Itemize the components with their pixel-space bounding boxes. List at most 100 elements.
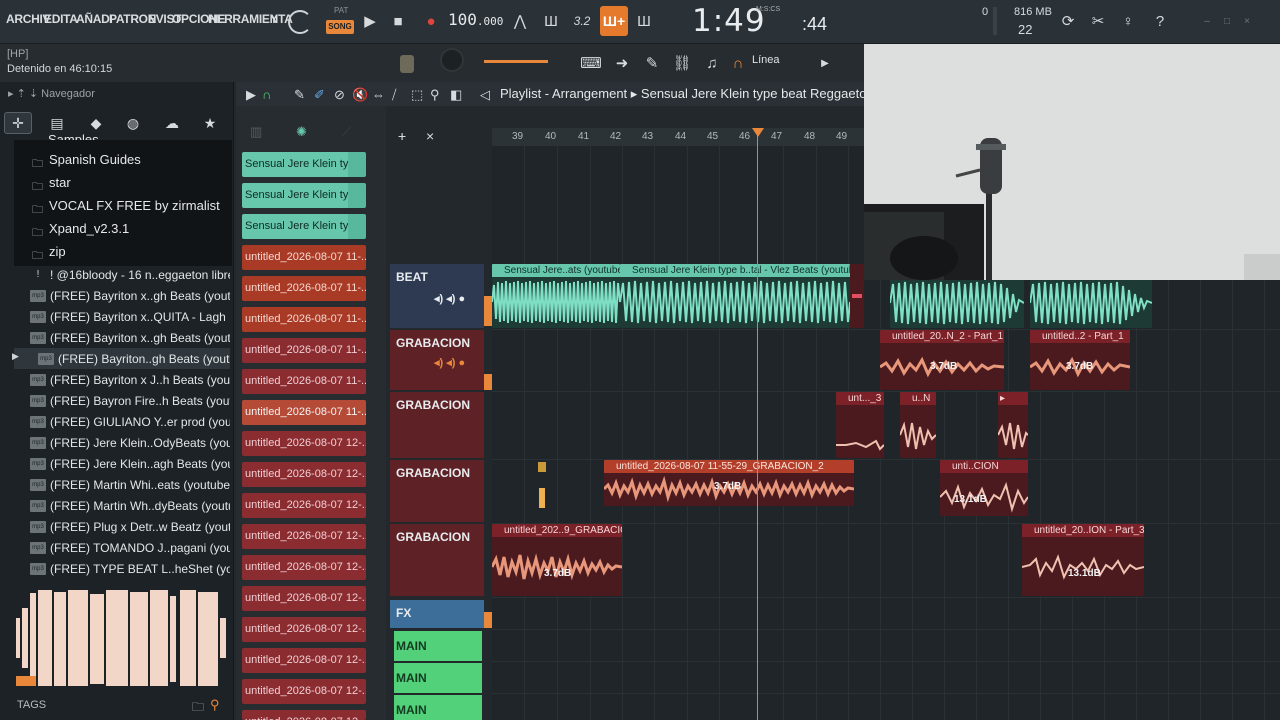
tools-icon[interactable]: ✂: [1088, 8, 1108, 34]
browser-folder[interactable]: zip: [49, 244, 66, 259]
clip-marker[interactable]: [850, 264, 864, 328]
clip-source-item[interactable]: untitled_2026-08-07 12-..: [242, 679, 366, 704]
select-tool-icon[interactable]: ⬚: [411, 87, 423, 103]
recording-clip[interactable]: unt..._3: [836, 392, 884, 458]
audio-clip[interactable]: Sensual Jere..ats (youtube): [492, 264, 620, 328]
browser-tab-all[interactable]: ✛: [4, 112, 32, 134]
bell-icon[interactable]: ♫: [702, 50, 722, 76]
add-track-icon[interactable]: +: [398, 128, 406, 144]
browser-file-row[interactable]: mp3 (FREE) TOMANDO J..pagani (youtube): [30, 537, 230, 558]
refresh-icon[interactable]: ⟳: [1058, 8, 1078, 34]
clip-source-item[interactable]: untitled_2026-08-07 12-..: [242, 524, 366, 549]
browser-file-row[interactable]: mp3 (FREE) GIULIANO Y..er prod (youtube): [30, 411, 230, 432]
master-volume-slider[interactable]: [484, 60, 548, 63]
record-button[interactable]: ●: [420, 8, 442, 34]
audio-clip[interactable]: Sensual Jere Klein type b..tal - Vlez Be…: [620, 264, 850, 328]
snap-magnet-icon[interactable]: ∩: [730, 50, 746, 76]
clip-source-item[interactable]: Sensual Jere Klein ty..: [242, 214, 366, 239]
tags-label[interactable]: TAGS: [17, 699, 46, 711]
browser-tab-files-icon[interactable]: ▤: [43, 112, 71, 134]
step-size-display[interactable]: 3.2: [570, 8, 594, 34]
recording-clip[interactable]: unti..CION 13.1dB: [940, 460, 1028, 516]
track-header-fx[interactable]: FX: [390, 600, 484, 628]
audio-clip-icon[interactable]: ✺: [296, 124, 307, 140]
piano-roll-icon[interactable]: ▥: [250, 124, 262, 140]
delete-tool-icon[interactable]: ⊘: [334, 87, 345, 103]
playback-tool-icon[interactable]: ◧: [450, 87, 462, 103]
browser-file-row[interactable]: mp3 (FREE) Bayriton x..QUITA - Lagh Beats: [30, 306, 230, 327]
playhead-marker-icon[interactable]: [752, 128, 764, 137]
master-volume-knob[interactable]: [288, 10, 312, 34]
play-button[interactable]: ▶: [360, 8, 380, 34]
track-header-main[interactable]: MAIN: [394, 631, 482, 661]
clip-source-item[interactable]: Sensual Jere Klein ty..: [242, 152, 366, 177]
clip-source-item[interactable]: untitled_2026-08-07 12-..: [242, 586, 366, 611]
playhead-line[interactable]: [757, 128, 758, 720]
recording-clip[interactable]: u..N: [900, 392, 936, 458]
browser-tab-favorites-icon[interactable]: ★: [196, 112, 224, 134]
link-icon[interactable]: ⛓: [672, 50, 692, 76]
magnet-icon[interactable]: ∩: [262, 87, 271, 102]
playlist-back-icon[interactable]: ◁: [480, 87, 490, 103]
minimize-icon[interactable]: –: [1200, 8, 1214, 34]
browser-file-row[interactable]: mp3 (FREE) Bayriton x J..h Beats (youtube…: [30, 369, 230, 390]
clip-source-item[interactable]: untitled_2026-08-07 12-..: [242, 431, 366, 456]
automation-icon[interactable]: ⟋: [342, 124, 351, 140]
slice-tool-icon[interactable]: ⧸: [392, 87, 396, 103]
browser-folder[interactable]: Spanish Guides: [49, 152, 141, 167]
browser-file-row[interactable]: ! ! @16bloody - 16 n..eggaeton librería: [30, 264, 230, 285]
help-icon[interactable]: ?: [1150, 8, 1170, 34]
browser-tab-plugins-icon[interactable]: ◆: [82, 112, 110, 134]
wait-for-input-icon[interactable]: Ш: [538, 8, 564, 34]
zoom-tool-icon[interactable]: ⚲: [430, 87, 440, 103]
audio-clip-waveform-partial[interactable]: [890, 278, 1024, 328]
browser-file-row-selected[interactable]: mp3 (FREE) Bayriton..gh Beats (youtube): [14, 348, 230, 369]
track-header-grabacion[interactable]: GRABACION ◂) ◂) ●: [390, 330, 484, 390]
small-clip[interactable]: [538, 462, 546, 514]
menu-ayuda[interactable]: Y: [270, 12, 278, 26]
song-time-display[interactable]: 1:49: [692, 3, 766, 39]
browser-file-row[interactable]: mp3 (FREE) Bayriton x..gh Beats (youtube): [30, 285, 230, 306]
snap-select[interactable]: Línea: [752, 54, 780, 66]
browser-file-row[interactable]: mp3 (FREE) TYPE BEAT L..heShet (youtube): [30, 558, 230, 579]
master-pitch-knob[interactable]: [440, 48, 464, 72]
clip-source-item[interactable]: Sensual Jere Klein ty..: [242, 183, 366, 208]
browser-tab-cloud-icon[interactable]: ☁: [158, 112, 186, 134]
typing-keyboard-icon[interactable]: ⌨: [580, 50, 602, 76]
track-header-beat[interactable]: BEAT ◂) ◂) ●: [390, 264, 484, 328]
recording-clip[interactable]: ▸: [998, 392, 1028, 458]
track-header-main[interactable]: MAIN: [394, 695, 482, 720]
clip-source-item[interactable]: untitled_2026-08-07 11-..: [242, 369, 366, 394]
maximize-icon[interactable]: □: [1220, 8, 1234, 34]
clip-source-item[interactable]: untitled_2026-08-07 11-..: [242, 307, 366, 332]
search-icon[interactable]: ⚲: [210, 697, 220, 713]
loop-record-icon[interactable]: Ш: [632, 8, 656, 34]
clip-source-item[interactable]: untitled_2026-08-07 11-..: [242, 276, 366, 301]
browser-file-row[interactable]: mp3 (FREE) Bayron Fire..h Beats (youtube): [30, 390, 230, 411]
microphone-icon[interactable]: ♀: [1118, 8, 1138, 34]
sample-waveform-preview[interactable]: [10, 588, 230, 688]
chevron-right-icon[interactable]: ▶: [818, 50, 832, 76]
browser-file-row[interactable]: mp3 (FREE) Plug x Detr..w Beatz (youtube): [30, 516, 230, 537]
mute-tool-icon[interactable]: 🔇: [352, 87, 368, 103]
track-controls-icon[interactable]: ◂) ◂) ●: [434, 292, 465, 305]
pitch-icon[interactable]: [400, 55, 414, 73]
track-header-grabacion[interactable]: GRABACION: [390, 392, 484, 458]
browser-folder[interactable]: star: [49, 175, 71, 190]
paint-tool-icon[interactable]: ✐: [314, 87, 325, 103]
browser-file-row[interactable]: mp3 (FREE) Martin Wh..dyBeats (youtube): [30, 495, 230, 516]
clip-source-item[interactable]: untitled_2026-08-07 12-..: [242, 462, 366, 487]
browser-tab-online-icon[interactable]: ◍: [119, 112, 147, 134]
clip-source-item[interactable]: untitled_2026-08-07 12-..: [242, 617, 366, 642]
folder-open-icon[interactable]: 🗀: [192, 698, 204, 719]
song-mode-toggle[interactable]: SONG: [326, 20, 354, 34]
metronome-icon[interactable]: ⋀: [508, 8, 532, 34]
draw-tool-icon[interactable]: ✎: [294, 87, 305, 103]
browser-file-row[interactable]: mp3 (FREE) Jere Klein..OdyBeats (youtube): [30, 432, 230, 453]
browser-file-row[interactable]: mp3 (FREE) Bayriton x..gh Beats (youtube): [30, 327, 230, 348]
close-icon[interactable]: ×: [1240, 8, 1254, 34]
browser-file-row[interactable]: mp3 (FREE) Martin Whi..eats (youtube) (1): [30, 474, 230, 495]
clip-source-item[interactable]: untitled_2026-08-07 12-..: [242, 648, 366, 673]
recording-clip[interactable]: untitled_20..ION - Part_3 13.1dB: [1022, 524, 1144, 596]
arrow-right-icon[interactable]: ➜: [612, 50, 632, 76]
